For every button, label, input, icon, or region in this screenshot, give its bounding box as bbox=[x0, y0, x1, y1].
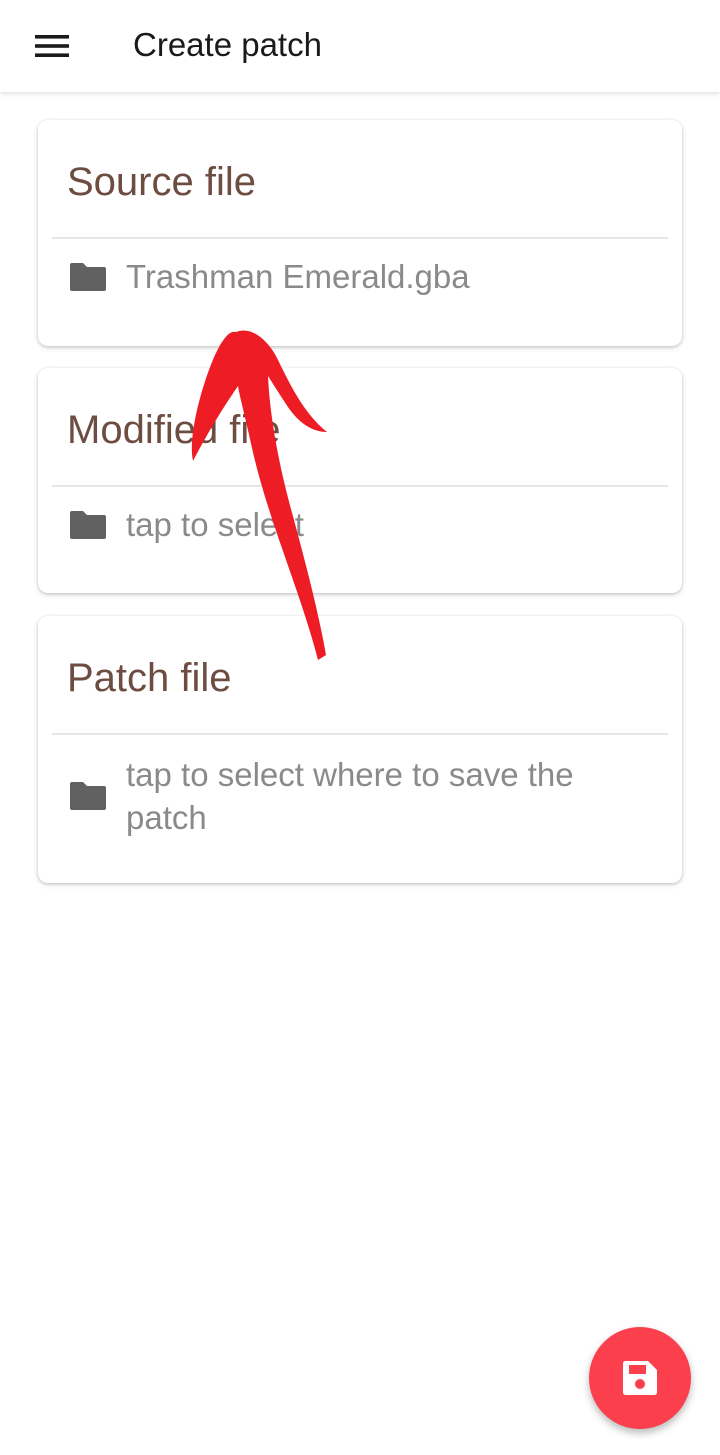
hamburger-menu-icon bbox=[35, 35, 69, 57]
card-divider bbox=[52, 733, 668, 735]
folder-icon bbox=[70, 262, 106, 291]
patch-file-row[interactable]: tap to select where to save the patch bbox=[68, 753, 652, 839]
modified-file-card[interactable]: Modified file tap to select bbox=[38, 368, 682, 593]
source-file-card[interactable]: Source file Trashman Emerald.gba bbox=[38, 120, 682, 346]
save-icon bbox=[623, 1361, 657, 1395]
patch-file-title: Patch file bbox=[67, 656, 232, 700]
source-file-row[interactable]: Trashman Emerald.gba bbox=[68, 255, 652, 298]
navigation-menu-button[interactable] bbox=[24, 18, 80, 74]
top-app-bar: Create patch bbox=[0, 0, 720, 92]
patch-file-value: tap to select where to save the patch bbox=[126, 756, 574, 836]
modified-file-value: tap to select bbox=[126, 506, 304, 543]
folder-icon bbox=[70, 510, 106, 539]
card-divider bbox=[52, 237, 668, 239]
modified-file-title: Modified file bbox=[67, 408, 281, 452]
modified-file-row[interactable]: tap to select bbox=[68, 503, 652, 546]
source-file-title: Source file bbox=[67, 160, 256, 204]
app-screen: Create patch Source file Trashman Emeral… bbox=[0, 0, 720, 1455]
page-title: Create patch bbox=[133, 26, 322, 63]
card-divider bbox=[52, 485, 668, 487]
folder-icon bbox=[70, 782, 106, 810]
patch-file-card[interactable]: Patch file tap to select where to save t… bbox=[38, 616, 682, 883]
source-file-value: Trashman Emerald.gba bbox=[126, 258, 470, 295]
save-patch-fab[interactable] bbox=[589, 1327, 691, 1429]
